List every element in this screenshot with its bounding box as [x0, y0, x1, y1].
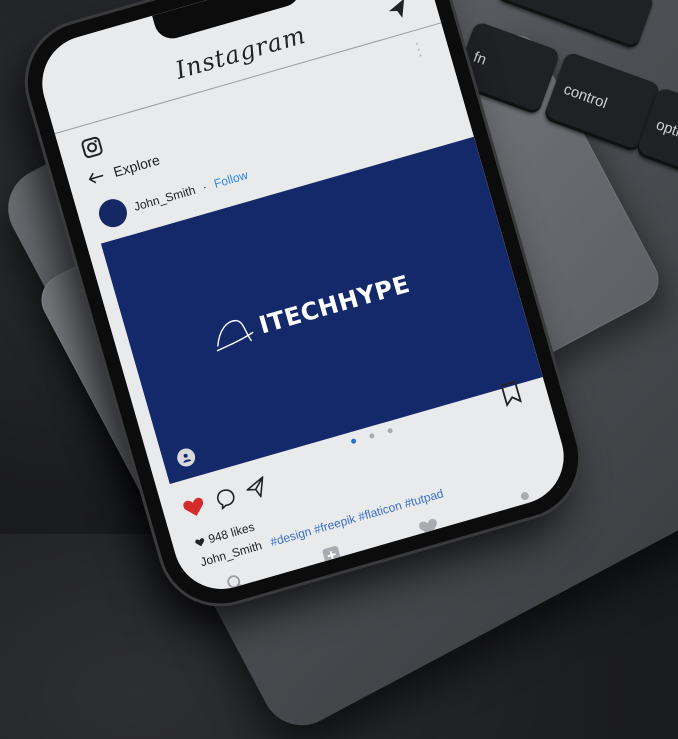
explore-bar: Explore	[87, 152, 162, 188]
likes-heart-icon	[195, 537, 204, 546]
key-label-control: control	[561, 80, 610, 112]
key-label-fn: fn	[471, 48, 489, 69]
brand-logo-icon	[216, 319, 254, 352]
comment-icon[interactable]	[214, 486, 239, 511]
brand-text: ITECHHYPE	[255, 269, 413, 340]
carousel-dot	[368, 432, 375, 440]
post-brand: ITECHHYPE	[207, 266, 414, 357]
carousel-dot-active	[350, 438, 357, 445]
key-label-option: option	[653, 115, 678, 146]
camera-icon[interactable]	[80, 135, 105, 160]
follow-button[interactable]: Follow	[212, 168, 249, 191]
post-username[interactable]: John_Smith	[132, 183, 197, 214]
share-icon[interactable]	[244, 475, 269, 501]
user-tag-icon[interactable]	[175, 446, 198, 469]
heart-icon[interactable]	[181, 495, 208, 520]
back-arrow-icon[interactable]	[87, 169, 106, 185]
carousel-dot	[387, 427, 394, 434]
follow-separator: ·	[200, 179, 209, 195]
avatar[interactable]	[95, 195, 131, 231]
more-icon[interactable]: · · ·	[411, 32, 426, 64]
explore-label: Explore	[111, 151, 162, 181]
